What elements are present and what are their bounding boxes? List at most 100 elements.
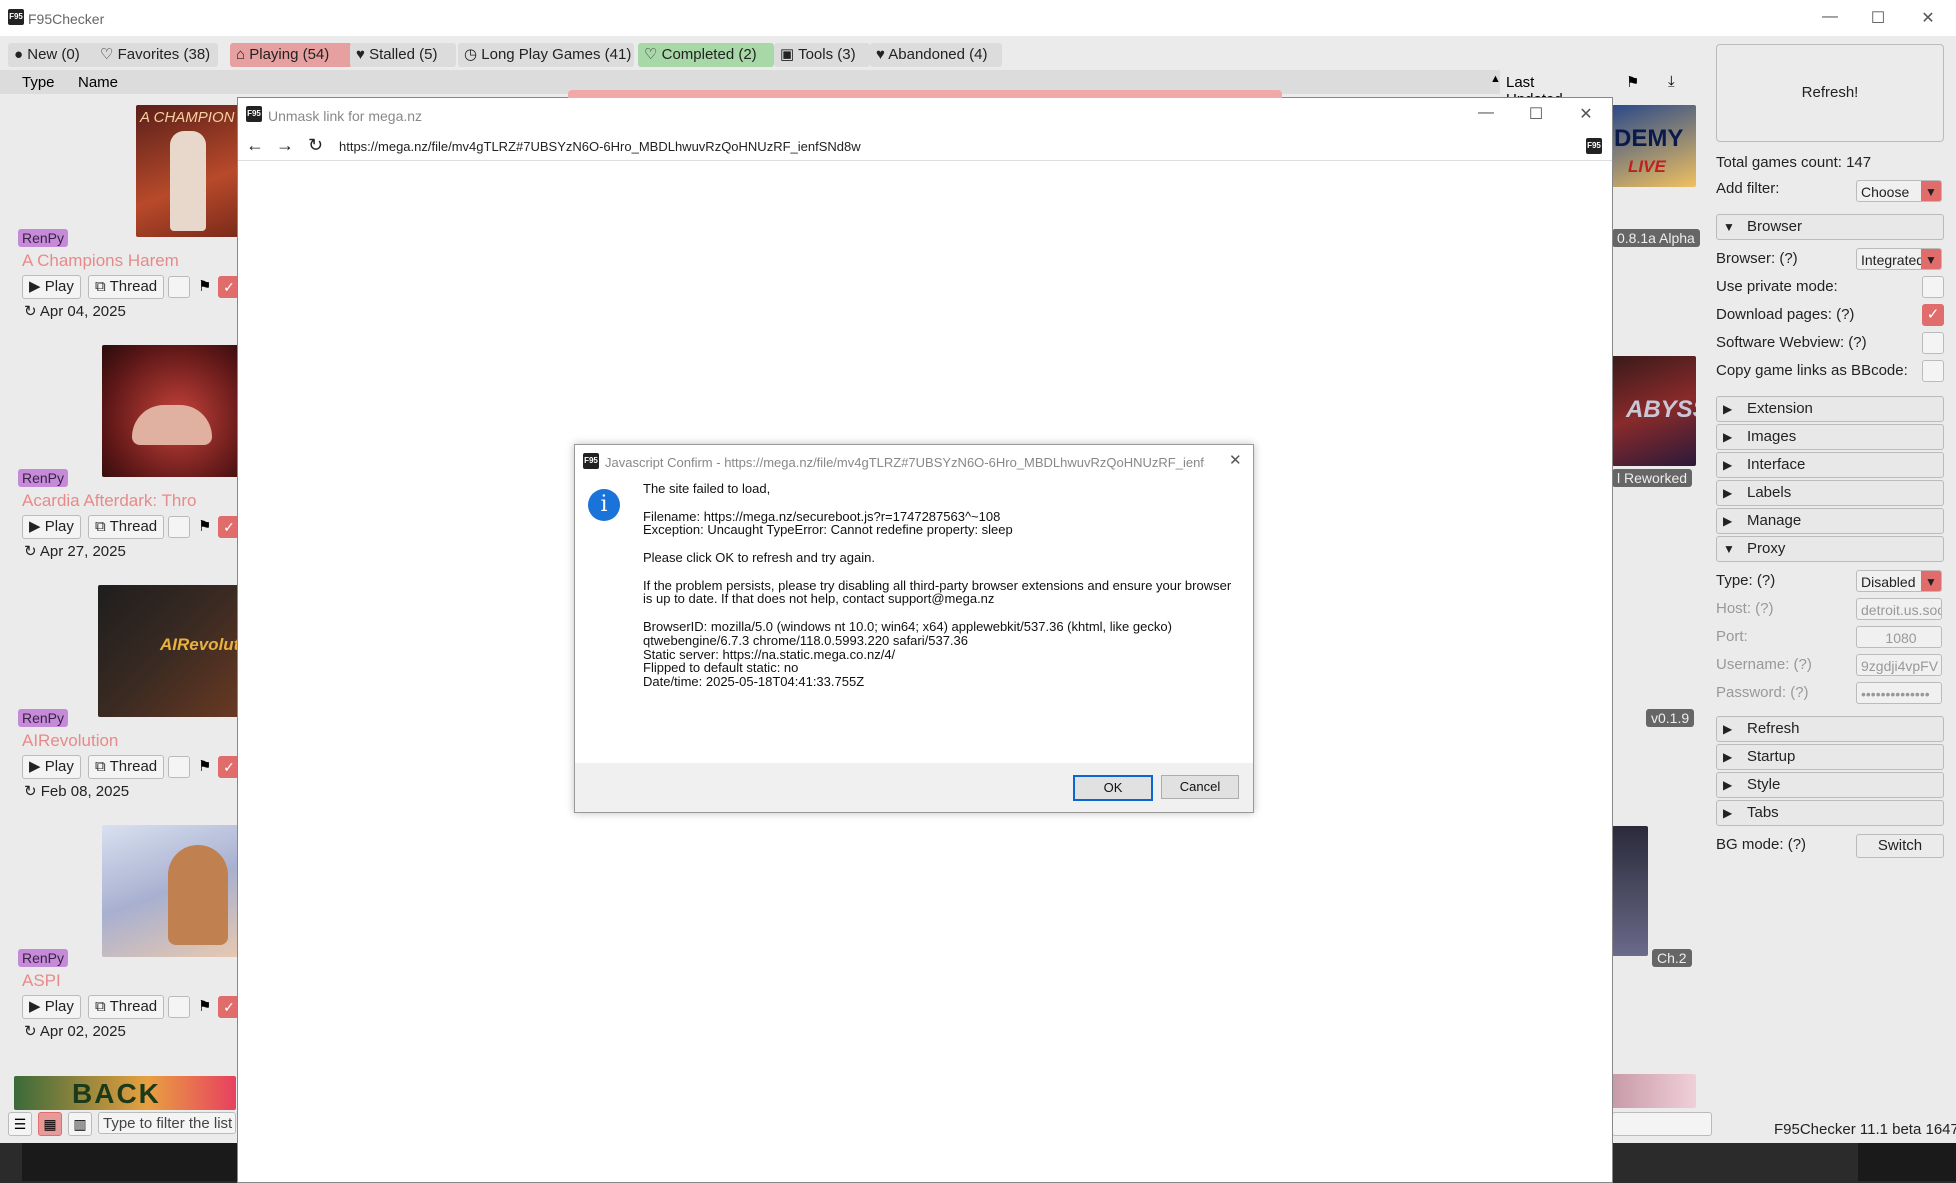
browser-navbar: ← → ↻ https://mega.nz/file/mv4gTLRZ#7UBS…: [238, 132, 1612, 161]
maximize-button[interactable]: ☐: [1866, 8, 1890, 28]
checkbox[interactable]: [168, 996, 190, 1018]
game-title[interactable]: Acardia Afterdark: Thro: [22, 491, 197, 511]
close-button[interactable]: ✕: [1916, 8, 1940, 28]
column-name[interactable]: Name: [78, 74, 118, 91]
dialog-message-line: qtwebengine/6.7.3 chrome/118.0.5993.220 …: [643, 632, 968, 648]
copy-bbcode-checkbox[interactable]: [1922, 360, 1944, 382]
thread-button[interactable]: ⧉ Thread: [88, 755, 165, 779]
version-badge: 0.8.1a Alpha: [1612, 229, 1700, 247]
kanban-view-icon[interactable]: ▥: [68, 1112, 92, 1136]
section-browser[interactable]: ▼ Browser: [1716, 214, 1944, 240]
proxy-port-input[interactable]: 1080: [1856, 626, 1942, 648]
forward-arrow-icon[interactable]: →: [276, 135, 294, 156]
external-link-icon: ⧉: [95, 758, 106, 775]
game-title[interactable]: ASPI: [22, 971, 61, 991]
section-startup[interactable]: ▶ Startup: [1716, 744, 1944, 770]
game-thumbnail: [102, 825, 240, 957]
game-card[interactable]: AIRevolut RenPy AIRevolution ▶ Play ⧉ Th…: [14, 583, 240, 811]
total-games-count: Total games count: 147: [1716, 154, 1872, 171]
section-extension[interactable]: ▶ Extension: [1716, 396, 1944, 422]
game-card[interactable]: RenPy ASPI ▶ Play ⧉ Thread ⚑ ✓ ↻ Apr 02,…: [14, 823, 240, 1051]
checkbox[interactable]: [168, 756, 190, 778]
dialog-message-line: Date/time: 2025-05-18T04:41:33.755Z: [643, 674, 865, 690]
game-card[interactable]: A CHAMPION RenPy A Champions Harem ▶ Pla…: [14, 103, 240, 331]
javascript-confirm-dialog: F95 Javascript Confirm - https://mega.nz…: [574, 444, 1254, 813]
external-link-icon: ⧉: [95, 518, 106, 535]
software-webview-checkbox[interactable]: [1922, 332, 1944, 354]
external-link-icon: ⧉: [95, 998, 106, 1015]
url-bar[interactable]: https://mega.nz/file/mv4gTLRZ#7UBSYzN6O-…: [339, 139, 861, 154]
browser-select[interactable]: Integrated ▼: [1856, 248, 1942, 270]
extension-icon[interactable]: F95: [1586, 138, 1602, 154]
bg-mode-switch-button[interactable]: Switch: [1856, 834, 1944, 858]
download-pages-checkbox[interactable]: ✓: [1922, 304, 1944, 326]
proxy-host-input[interactable]: detroit.us.socks.nordhold.net: [1856, 598, 1942, 620]
download-icon[interactable]: ⤓: [1668, 73, 1675, 90]
play-button[interactable]: ▶ Play: [22, 275, 81, 299]
section-labels[interactable]: ▶ Labels: [1716, 480, 1944, 506]
thread-button[interactable]: ⧉ Thread: [88, 275, 165, 299]
refresh-button[interactable]: Refresh!: [1716, 44, 1944, 142]
section-tabs[interactable]: ▶ Tabs: [1716, 800, 1944, 826]
section-interface[interactable]: ▶ Interface: [1716, 452, 1944, 478]
dialog-message-line: is up to date. If that does not help, co…: [643, 591, 995, 607]
play-icon: ▶: [29, 998, 41, 1015]
minimize-button[interactable]: —: [1474, 104, 1498, 124]
private-mode-checkbox[interactable]: [1922, 276, 1944, 298]
flag-icon[interactable]: ⚑: [1626, 73, 1639, 91]
flag-icon[interactable]: ⚑: [198, 277, 211, 295]
dialog-title: Javascript Confirm - https://mega.nz/fil…: [605, 455, 1205, 470]
dialog-close-icon[interactable]: ✕: [1229, 451, 1242, 469]
column-type[interactable]: Type: [22, 74, 55, 91]
flag-icon[interactable]: ⚑: [198, 997, 211, 1015]
dialog-message-line: Filename: https://mega.nz/secureboot.js?…: [643, 508, 1001, 524]
ok-button[interactable]: OK: [1073, 775, 1153, 801]
refresh-icon: ↻: [24, 543, 37, 560]
checkbox[interactable]: [168, 516, 190, 538]
app-logo-icon: F95: [583, 453, 599, 469]
refresh-icon: ↻: [24, 303, 37, 320]
checkbox[interactable]: [168, 276, 190, 298]
list-view-icon[interactable]: ☰: [8, 1112, 32, 1136]
section-proxy[interactable]: ▼ Proxy: [1716, 536, 1944, 562]
cancel-button[interactable]: Cancel: [1161, 775, 1239, 799]
reload-icon[interactable]: ↻: [308, 135, 323, 156]
game-title[interactable]: A Champions Harem: [22, 251, 179, 271]
play-button[interactable]: ▶ Play: [22, 755, 81, 779]
maximize-button[interactable]: ☐: [1524, 104, 1548, 124]
tab-long-play[interactable]: ◷ Long Play Games (41): [458, 43, 634, 67]
add-filter-select[interactable]: Choose ▼: [1856, 180, 1942, 202]
flag-icon[interactable]: ⚑: [198, 757, 211, 775]
section-images[interactable]: ▶ Images: [1716, 424, 1944, 450]
tab-tools[interactable]: ▣ Tools (3): [774, 43, 870, 67]
filter-input[interactable]: Type to filter the list: [98, 1112, 236, 1134]
section-style[interactable]: ▶ Style: [1716, 772, 1944, 798]
thread-button[interactable]: ⧉ Thread: [88, 995, 165, 1019]
section-manage[interactable]: ▶ Manage: [1716, 508, 1944, 534]
play-button[interactable]: ▶ Play: [22, 515, 81, 539]
flag-icon[interactable]: ⚑: [198, 517, 211, 535]
tab-favorites[interactable]: ♡ Favorites (38): [94, 43, 218, 67]
filter-input-tail[interactable]: [1612, 1112, 1712, 1136]
tab-playing[interactable]: ⌂ Playing (54): [230, 43, 352, 67]
tab-completed[interactable]: ♡ Completed (2): [638, 43, 774, 67]
section-refresh[interactable]: ▶ Refresh: [1716, 716, 1944, 742]
tab-stalled[interactable]: ♥ Stalled (5): [350, 43, 456, 67]
game-title[interactable]: AIRevolution: [22, 731, 118, 751]
close-button[interactable]: ✕: [1574, 104, 1598, 124]
dialog-message-line: Exception: Uncaught TypeError: Cannot re…: [643, 522, 1013, 538]
thread-button[interactable]: ⧉ Thread: [88, 515, 165, 539]
engine-badge: RenPy: [18, 709, 69, 727]
engine-badge: RenPy: [18, 469, 69, 487]
game-card[interactable]: RenPy Acardia Afterdark: Thro ▶ Play ⧉ T…: [14, 343, 240, 571]
tab-abandoned[interactable]: ♥ Abandoned (4): [870, 43, 1002, 67]
minimize-button[interactable]: —: [1818, 8, 1842, 28]
proxy-type-select[interactable]: Disabled ▼: [1856, 570, 1942, 592]
expand-arrow-icon: ▶: [1723, 458, 1733, 472]
play-button[interactable]: ▶ Play: [22, 995, 81, 1019]
proxy-username-input[interactable]: 9zgdji4vpFV: [1856, 654, 1942, 676]
proxy-password-input[interactable]: ••••••••••••••: [1856, 682, 1942, 704]
grid-view-icon[interactable]: ▦: [38, 1112, 62, 1136]
tab-new[interactable]: ● New (0): [8, 43, 98, 67]
back-arrow-icon[interactable]: ←: [246, 135, 264, 156]
